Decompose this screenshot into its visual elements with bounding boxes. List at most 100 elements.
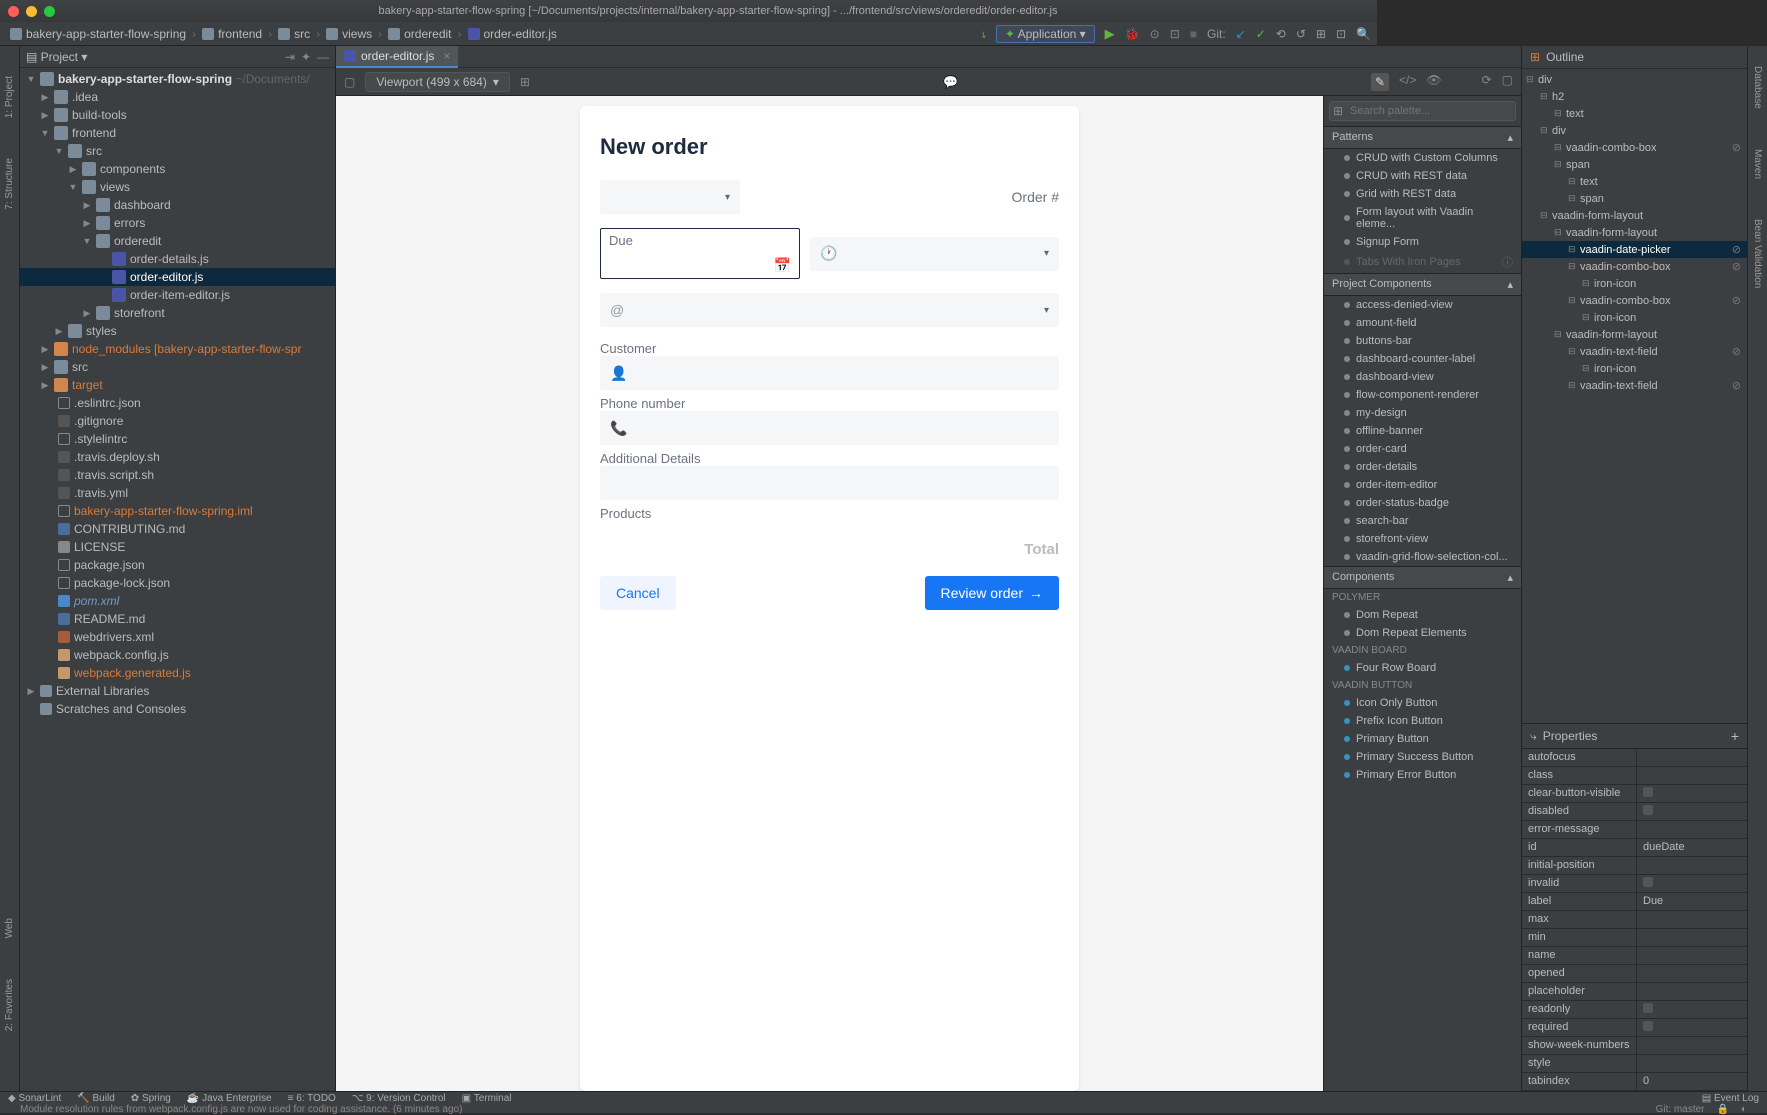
palette-search-input[interactable] xyxy=(1329,101,1516,121)
palette-item[interactable]: Primary Button xyxy=(1324,730,1521,748)
terminal-tool-button[interactable]: ▣ Terminal xyxy=(462,1093,512,1104)
outline-item[interactable]: ⊟vaadin-text-field⊘ xyxy=(1522,343,1747,360)
palette-item[interactable]: order-details xyxy=(1324,458,1521,476)
review-order-button[interactable]: Review order→ xyxy=(925,576,1059,610)
project-tool-button[interactable]: 1: Project xyxy=(4,76,15,118)
property-row[interactable]: tabindex0 xyxy=(1522,1073,1747,1091)
palette-item[interactable]: Primary Error Button xyxy=(1324,766,1521,784)
outline-item[interactable]: ⊟span xyxy=(1522,190,1747,207)
palette-item[interactable]: order-item-editor xyxy=(1324,476,1521,494)
palette-item[interactable]: buttons-bar xyxy=(1324,332,1521,350)
designer-canvas[interactable]: New order ▾ Order # Due 📅 🕐 ▾ @ ▾ xyxy=(336,96,1323,1091)
close-window-icon[interactable] xyxy=(8,6,19,17)
property-row[interactable]: disabled xyxy=(1522,803,1747,821)
customer-field[interactable]: 👤 xyxy=(600,356,1059,390)
palette-item[interactable]: vaadin-grid-flow-selection-col... xyxy=(1324,548,1521,566)
maven-tool-button[interactable]: Maven xyxy=(1752,149,1763,179)
outline-item[interactable]: ⊟vaadin-combo-box⊘ xyxy=(1522,258,1747,275)
outline-item[interactable]: ⊟iron-icon xyxy=(1522,309,1747,326)
event-log-button[interactable]: ▤ Event Log xyxy=(1702,1093,1759,1104)
breadcrumb[interactable]: frontend xyxy=(198,25,266,43)
breadcrumb[interactable]: orderedit xyxy=(384,25,455,43)
palette-item[interactable]: Dom Repeat xyxy=(1324,606,1521,624)
location-select[interactable]: @ ▾ xyxy=(600,293,1059,327)
todo-tool-button[interactable]: ≡ 6: TODO xyxy=(288,1093,336,1104)
palette-section-patterns[interactable]: Patterns▴ xyxy=(1324,126,1521,149)
ide-settings-icon[interactable]: ⊡ xyxy=(1336,27,1346,41)
palette-item[interactable]: flow-component-renderer xyxy=(1324,386,1521,404)
palette-item[interactable]: Grid with REST data xyxy=(1324,185,1521,203)
database-tool-button[interactable]: Database xyxy=(1752,66,1763,109)
project-dropdown[interactable]: ▤ Project ▾ xyxy=(26,50,87,64)
palette-item[interactable]: amount-field xyxy=(1324,314,1521,332)
layout-icon[interactable]: ⊞ xyxy=(520,75,530,89)
revert-icon[interactable]: ↺ xyxy=(1296,27,1306,41)
property-row[interactable]: style xyxy=(1522,1055,1747,1073)
outline-item[interactable]: ⊟vaadin-text-field⊘ xyxy=(1522,377,1747,394)
palette-item[interactable]: Tabs With Iron Pagesⓘ xyxy=(1324,251,1521,273)
add-property-icon[interactable]: + xyxy=(1731,728,1739,744)
due-date-picker[interactable]: Due 📅 xyxy=(600,228,800,279)
breadcrumb[interactable]: order-editor.js xyxy=(464,25,561,43)
details-field[interactable] xyxy=(600,466,1059,500)
property-row[interactable]: max xyxy=(1522,911,1747,929)
palette-item[interactable]: storefront-view xyxy=(1324,530,1521,548)
favorites-tool-button[interactable]: 2: Favorites xyxy=(4,979,15,1031)
palette-item[interactable]: dashboard-view xyxy=(1324,368,1521,386)
preview-icon[interactable]: 👁 xyxy=(1426,73,1441,91)
ide-settings-icon[interactable]: ⊞ xyxy=(1316,27,1326,41)
property-row[interactable]: clear-button-visible xyxy=(1522,785,1747,803)
palette-item[interactable]: Form layout with Vaadin eleme... xyxy=(1324,203,1521,233)
breadcrumb[interactable]: src xyxy=(274,25,314,43)
palette-item[interactable]: order-card xyxy=(1324,440,1521,458)
phone-field[interactable]: 📞 xyxy=(600,411,1059,445)
property-row[interactable]: show-week-numbers xyxy=(1522,1037,1747,1055)
property-row[interactable]: placeholder xyxy=(1522,983,1747,1001)
palette-item[interactable]: Prefix Icon Button xyxy=(1324,712,1521,730)
update-icon[interactable]: ↙ xyxy=(1236,27,1246,41)
device-icon[interactable]: ▢ xyxy=(1502,73,1513,91)
cancel-button[interactable]: Cancel xyxy=(600,576,676,610)
property-row[interactable]: opened xyxy=(1522,965,1747,983)
palette-item[interactable]: access-denied-view xyxy=(1324,296,1521,314)
property-row[interactable]: name xyxy=(1522,947,1747,965)
debug-icon[interactable]: 🐞 xyxy=(1125,27,1140,41)
property-row[interactable]: min xyxy=(1522,929,1747,947)
status-select[interactable]: ▾ xyxy=(600,180,740,214)
palette-item[interactable]: CRUD with Custom Columns xyxy=(1324,149,1521,167)
close-tab-icon[interactable]: × xyxy=(443,49,450,63)
coverage-icon[interactable]: ⊙ xyxy=(1150,27,1160,41)
editor-tab[interactable]: order-editor.js × xyxy=(336,46,458,68)
palette-section-components[interactable]: Components▴ xyxy=(1324,566,1521,589)
profile-icon[interactable]: ⊡ xyxy=(1170,27,1180,41)
outline-item[interactable]: ⊟span xyxy=(1522,156,1747,173)
commit-icon[interactable]: ✓ xyxy=(1256,27,1266,41)
palette-item[interactable]: my-design xyxy=(1324,404,1521,422)
outline-item[interactable]: ⊟vaadin-combo-box⊘ xyxy=(1522,292,1747,309)
outline-item[interactable]: ⊟h2 xyxy=(1522,88,1747,105)
code-mode-icon[interactable]: </> xyxy=(1399,73,1416,91)
property-row[interactable]: invalid xyxy=(1522,875,1747,893)
breadcrumb[interactable]: bakery-app-starter-flow-spring xyxy=(6,25,190,43)
outline-item[interactable]: ⊟div xyxy=(1522,71,1747,88)
web-tool-button[interactable]: Web xyxy=(4,918,15,938)
breadcrumb[interactable]: views xyxy=(322,25,376,43)
property-row[interactable]: initial-position xyxy=(1522,857,1747,875)
palette-item[interactable]: Dom Repeat Elements xyxy=(1324,624,1521,642)
run-config-selector[interactable]: ✦ Application ▾ xyxy=(996,25,1095,43)
refresh-icon[interactable]: ⟳ xyxy=(1482,73,1492,91)
minimize-icon[interactable]: — xyxy=(317,50,329,64)
outline-item[interactable]: ⊟iron-icon xyxy=(1522,275,1747,292)
run-icon[interactable]: ▶ xyxy=(1105,26,1115,42)
palette-item[interactable]: search-bar xyxy=(1324,512,1521,530)
outline-item[interactable]: ⊟vaadin-form-layout xyxy=(1522,207,1747,224)
sonarlint-tool-button[interactable]: ◆ SonarLint xyxy=(8,1093,61,1104)
palette-item[interactable]: Icon Only Button xyxy=(1324,694,1521,712)
maximize-window-icon[interactable] xyxy=(44,6,55,17)
outline-item[interactable]: ⊟vaadin-form-layout xyxy=(1522,224,1747,241)
spring-tool-button[interactable]: ✿ Spring xyxy=(131,1093,171,1104)
palette-section-project[interactable]: Project Components▴ xyxy=(1324,273,1521,296)
palette-item[interactable]: Signup Form xyxy=(1324,233,1521,251)
property-row[interactable]: class xyxy=(1522,767,1747,785)
chat-icon[interactable]: 💬 xyxy=(943,75,958,89)
